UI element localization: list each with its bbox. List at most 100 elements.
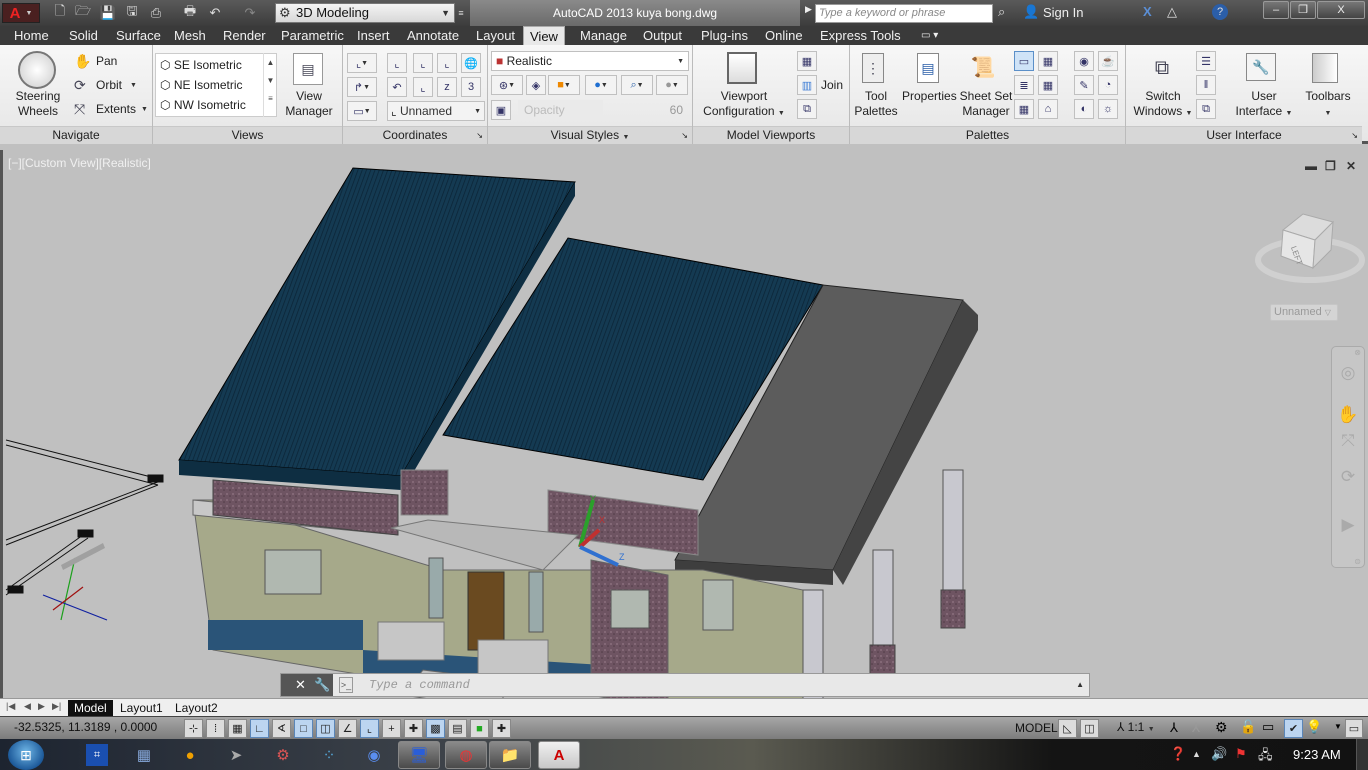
tab-model[interactable]: Model [68,700,113,716]
viewport-restore-icon[interactable]: ❐ [1325,159,1336,173]
tab-home[interactable]: Home [8,26,55,45]
command-input[interactable]: Type a command [339,674,1059,696]
restore-viewports-button[interactable]: ⧉ [797,99,817,119]
orbit-icon[interactable]: ⟳ [1336,467,1360,487]
tab-view[interactable]: View [523,26,565,45]
view-manager-button[interactable]: View Manager [281,89,337,119]
show-hidden-icons[interactable]: ▲ [1192,749,1201,759]
status-menu-icon[interactable]: ▼ [1334,722,1342,731]
wrench-icon[interactable]: 🔧 [314,677,330,693]
taskbar-app-explorer[interactable]: 📁 [489,741,531,769]
taskbar-app-dots[interactable]: ⁘ [318,744,340,766]
ucs-face-button[interactable]: ▭ ▼ [347,101,377,121]
tab-render[interactable]: Render [217,26,272,45]
tab-insert[interactable]: Insert [351,26,396,45]
close-icon[interactable]: ✕ [295,677,306,693]
tab-annotate[interactable]: Annotate [401,26,465,45]
steering-wheels-button[interactable]: Steering Wheels [8,89,68,119]
expand-search-icon[interactable]: ▶ [805,4,812,15]
view-item-se-isometric[interactable]: ⬡ SE Isometric [160,58,242,73]
ucs-named-button[interactable]: ⌞ [387,53,407,73]
binoculars-icon[interactable]: ⌕ [998,4,1005,20]
cursor-coordinates[interactable]: -32.5325, 11.3189 , 0.0000 [14,720,157,734]
quick-view-drawings-button[interactable]: ◫ [1080,719,1099,738]
annotation-scale-dropdown[interactable]: ⅄ 1:1 ▼ [1117,720,1155,734]
application-menu-button[interactable]: A ▼ [2,3,40,23]
showmotion-icon[interactable]: ▶ [1336,515,1360,535]
materials-editor-button[interactable]: ✎ [1074,75,1094,95]
markup-set-button[interactable]: ≣ [1014,75,1034,95]
selection-cycling-button[interactable]: ■ [470,719,489,738]
cascade-button[interactable]: ⧉ [1196,99,1216,119]
visual-style-dropdown[interactable]: ■ Realistic ▼ [491,51,689,71]
tile-horizontally-button[interactable]: ☰ [1196,51,1216,71]
transparency-button[interactable]: ▩ [426,719,445,738]
customize-qat-button[interactable]: ≡ [455,3,467,23]
show-desktop-button[interactable] [1356,739,1368,770]
user-interface-button[interactable]: User Interface ▼ [1234,89,1294,121]
advanced-render-button[interactable]: ◐ [1074,99,1094,119]
ortho-mode-button[interactable]: ∟ [250,719,269,738]
lock-icon[interactable]: 🔓 [1240,719,1256,735]
extents-button[interactable]: Extents [96,102,136,117]
taskbar-app-calculator[interactable]: ▦ [133,744,155,766]
prev-tab-icon[interactable]: ◀ [24,701,31,712]
orbit-button[interactable]: Orbit [96,78,122,93]
design-center-button[interactable]: ▦ [1038,51,1058,71]
taskbar-app-circle[interactable]: ◉ [363,744,385,766]
views-gallery-scrollbar[interactable]: ▲ ▼ ≡ [263,53,277,117]
ucs-rotate-button[interactable]: ↱ ▼ [347,77,377,97]
taskbar-app-scanner[interactable]: ➤ [225,744,247,766]
sheet-set-manager-button[interactable]: Sheet Set Manager [958,89,1014,119]
quick-view-layouts-button[interactable]: ◺ [1058,719,1077,738]
taskbar-app-monitor[interactable]: 🖥 [398,741,440,769]
ucs-globe-button[interactable]: 🌐 [461,53,481,73]
lights-list-button[interactable]: ◔ [1098,75,1118,95]
sheet-set-toolbox-button[interactable]: ⌂ [1038,99,1058,119]
save-button[interactable]: 💾 [98,3,118,23]
help-tray-icon[interactable]: ❓ [1170,746,1186,762]
house-3d-model[interactable]: Y X Z [3,150,1323,698]
render-presets-button[interactable]: ☕ [1098,51,1118,71]
command-history-icon[interactable]: ▲ [1076,680,1084,689]
taskbar-app-yahoo[interactable]: ● [179,744,201,766]
taskbar-app-network[interactable]: ⌗ [86,744,108,766]
redo-button[interactable]: ↷ [240,3,260,23]
ucs-view-button[interactable]: ⌞ [437,53,457,73]
print-button[interactable]: 🖶 [180,3,200,23]
plot-button[interactable]: ⎙ [146,3,166,23]
pan-button[interactable]: Pan [96,54,117,69]
customize-navbar-icon[interactable]: ⊜ [1354,557,1361,566]
tab-layout2[interactable]: Layout2 [169,700,224,716]
switch-windows-button[interactable]: Switch Windows ▼ [1130,89,1196,121]
exchange-icon[interactable]: X [1143,4,1152,19]
named-viewports-button[interactable]: ▦ [797,51,817,71]
tab-output[interactable]: Output [637,26,688,45]
model-space-toggle[interactable]: MODEL [1015,721,1058,735]
opacity-toggle-button[interactable]: ▣ [491,100,511,120]
tab-surface[interactable]: Surface [110,26,167,45]
next-tab-icon[interactable]: ▶ [38,701,45,712]
opacity-value[interactable]: 60 [648,100,686,120]
first-tab-icon[interactable]: |◀ [6,701,15,712]
join-viewports-icon-button[interactable]: ▥ [797,75,817,95]
tab-mesh[interactable]: Mesh [168,26,212,45]
tool-palettes-button[interactable]: Tool Palettes [852,89,900,119]
object-snap-button[interactable]: □ [294,719,313,738]
infer-constraints-button[interactable]: ⊹ [184,719,203,738]
command-line-toggle-button[interactable]: ▭ [1014,51,1034,71]
auto-scale-icon[interactable]: ⅄ [1192,720,1200,736]
edge-style-button[interactable]: ⊛ ▼ [491,75,523,95]
dynamic-input-button[interactable]: + [382,719,401,738]
ucs-origin-button[interactable]: ⌞ [413,77,433,97]
dialog-launcher-icon[interactable]: ↘ [681,127,688,144]
view-item-ne-isometric[interactable]: ⬡ NE Isometric [160,78,243,93]
quick-calc-button[interactable]: ▦ [1038,75,1058,95]
tab-online[interactable]: Online [759,26,809,45]
polar-tracking-button[interactable]: ∢ [272,719,291,738]
close-navbar-icon[interactable]: ⊗ [1354,348,1361,357]
tab-layout[interactable]: Layout [470,26,521,45]
isolate-objects-button[interactable]: ✔ [1284,719,1303,738]
ucs-button[interactable]: ⌞ ▼ [347,53,377,73]
sun-properties-button[interactable]: ☼ [1098,99,1118,119]
